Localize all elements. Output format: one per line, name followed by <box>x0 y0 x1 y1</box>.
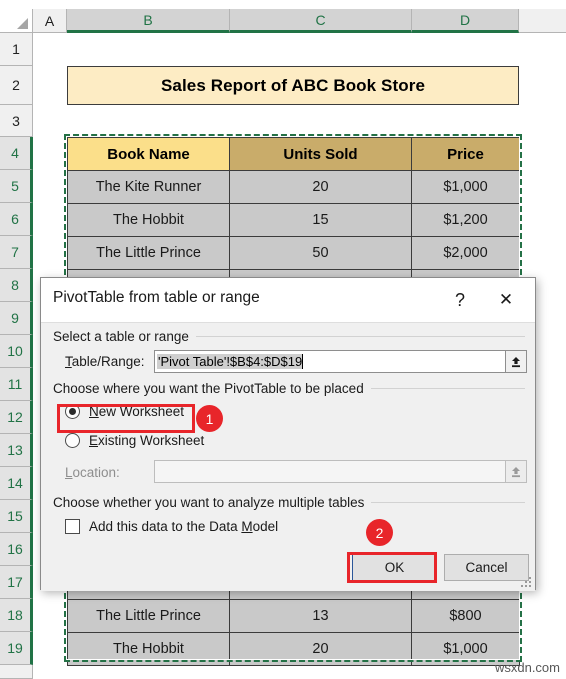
radio-new-worksheet-label: New Worksheet <box>89 404 185 419</box>
collapse-dialog-icon-location[interactable] <box>505 460 527 483</box>
table-row: The Hobbit 20 $1,000 <box>67 632 520 666</box>
checkbox-add-to-data-model[interactable]: Add this data to the Data Model <box>65 519 278 534</box>
column-header-e[interactable] <box>519 9 566 33</box>
radio-new-worksheet[interactable]: New Worksheet <box>65 404 184 419</box>
cell-price[interactable]: $2,000 <box>411 236 520 270</box>
row-header-12[interactable]: 12 <box>0 401 33 434</box>
cell-book-name[interactable]: The Kite Runner <box>67 170 230 204</box>
table-range-value: 'Pivot Table'!$B$4:$D$19 <box>157 354 303 369</box>
row-header-3[interactable]: 3 <box>0 105 33 137</box>
radio-new-worksheet-indicator <box>65 404 80 419</box>
row-header-2[interactable]: 2 <box>0 66 33 105</box>
row-header-13[interactable]: 13 <box>0 434 33 467</box>
row-header-4[interactable]: 4 <box>0 137 33 170</box>
resize-grip-icon[interactable] <box>520 576 531 587</box>
table-range-input[interactable]: 'Pivot Table'!$B$4:$D$19 <box>154 350 506 373</box>
row-header-7[interactable]: 7 <box>0 236 33 269</box>
watermark: wsxdn.com <box>494 660 560 675</box>
row-header-6[interactable]: 6 <box>0 203 33 236</box>
ok-button[interactable]: OK <box>352 554 437 581</box>
row-header-16[interactable]: 16 <box>0 533 33 566</box>
row-header-1[interactable]: 1 <box>0 33 33 66</box>
cell-price[interactable]: $1,200 <box>411 203 520 237</box>
row-header-10[interactable]: 10 <box>0 335 33 368</box>
row-header-14[interactable]: 14 <box>0 467 33 500</box>
dialog-titlebar[interactable]: PivotTable from table or range ? ✕ <box>41 278 535 322</box>
header-book-name: Book Name <box>67 137 230 171</box>
row-header-18[interactable]: 18 <box>0 599 33 632</box>
cell-book-name[interactable]: The Little Prince <box>67 236 230 270</box>
row-header-8[interactable]: 8 <box>0 269 33 302</box>
select-all-corner[interactable] <box>0 9 33 33</box>
row-header-9[interactable]: 9 <box>0 302 33 335</box>
table-row: The Kite Runner 20 $1,000 <box>67 170 520 204</box>
group-label-select-range: Select a table or range <box>53 329 196 344</box>
column-header-b[interactable]: B <box>67 9 230 33</box>
excel-window: A B C D 1 2 3 4 5 6 7 8 9 10 11 12 13 14… <box>0 0 566 679</box>
header-price: Price <box>411 137 520 171</box>
callout-badge-1: 1 <box>196 405 223 432</box>
location-input[interactable] <box>154 460 506 483</box>
row-header-19[interactable]: 19 <box>0 632 33 665</box>
cell-units-sold[interactable]: 50 <box>229 236 412 270</box>
row-header-11[interactable]: 11 <box>0 368 33 401</box>
column-header-d[interactable]: D <box>412 9 519 33</box>
cell-units-sold[interactable]: 15 <box>229 203 412 237</box>
cell-price[interactable]: $800 <box>411 599 520 633</box>
header-units-sold: Units Sold <box>229 137 412 171</box>
callout-badge-2: 2 <box>366 519 393 546</box>
group-label-placement: Choose where you want the PivotTable to … <box>53 381 371 396</box>
location-label: Location: <box>65 465 120 480</box>
column-header-strip: A B C D <box>0 9 566 33</box>
sheet-title-banner: Sales Report of ABC Book Store <box>67 66 519 105</box>
close-icon[interactable]: ✕ <box>493 287 519 313</box>
cell-book-name[interactable]: The Hobbit <box>67 632 230 666</box>
column-header-a[interactable]: A <box>33 9 67 33</box>
pivottable-dialog: PivotTable from table or range ? ✕ Selec… <box>40 277 536 591</box>
cell-units-sold[interactable]: 13 <box>229 599 412 633</box>
row-header-17[interactable]: 17 <box>0 566 33 599</box>
dialog-body: Select a table or range Table/Range: 'Pi… <box>41 322 535 591</box>
radio-existing-worksheet-indicator <box>65 433 80 448</box>
group-label-multiple-tables: Choose whether you want to analyze multi… <box>53 495 372 510</box>
dialog-title: PivotTable from table or range <box>53 289 260 306</box>
cell-units-sold[interactable]: 20 <box>229 632 412 666</box>
row-header-5[interactable]: 5 <box>0 170 33 203</box>
row-header-20[interactable] <box>0 665 33 679</box>
table-range-label: Table/Range: <box>65 354 145 369</box>
table-row: The Hobbit 15 $1,200 <box>67 203 520 237</box>
cancel-button[interactable]: Cancel <box>444 554 529 581</box>
table-range-label-text: able/Range: <box>71 354 145 369</box>
cell-units-sold[interactable]: 20 <box>229 170 412 204</box>
cell-book-name[interactable]: The Hobbit <box>67 203 230 237</box>
cell-price[interactable]: $1,000 <box>411 170 520 204</box>
checkbox-data-model-label: Add this data to the Data Model <box>89 519 279 534</box>
radio-existing-worksheet-label: Existing Worksheet <box>89 433 205 448</box>
select-all-triangle-icon <box>17 18 28 29</box>
help-icon[interactable]: ? <box>447 287 473 313</box>
radio-existing-worksheet[interactable]: Existing Worksheet <box>65 433 204 448</box>
table-header-row: Book Name Units Sold Price <box>67 137 520 171</box>
checkbox-data-model-box <box>65 519 80 534</box>
column-header-c[interactable]: C <box>230 9 412 33</box>
table-row: The Little Prince 50 $2,000 <box>67 236 520 270</box>
table-row: The Little Prince 13 $800 <box>67 599 520 633</box>
collapse-dialog-icon[interactable] <box>505 350 527 373</box>
text-caret <box>302 354 304 369</box>
cell-book-name[interactable]: The Little Prince <box>67 599 230 633</box>
row-header-15[interactable]: 15 <box>0 500 33 533</box>
